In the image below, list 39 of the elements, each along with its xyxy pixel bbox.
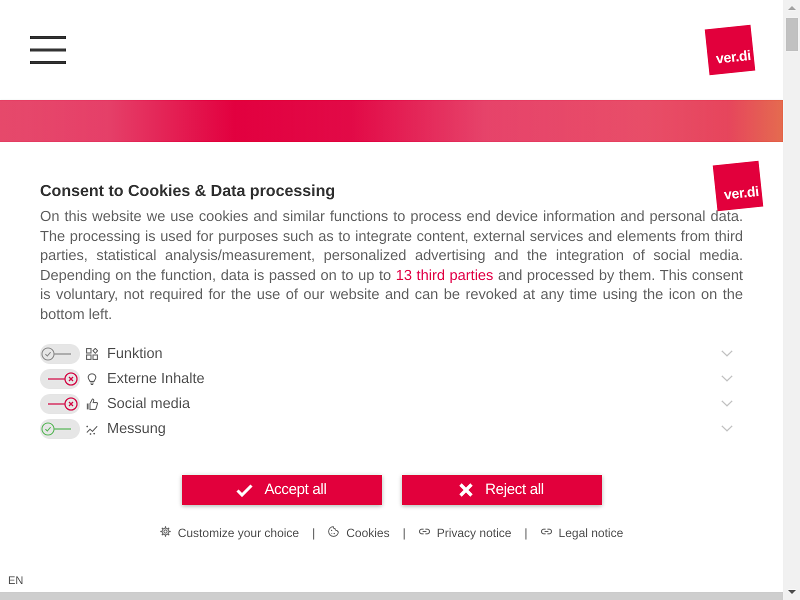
gear-icon [160,526,171,537]
footer-link[interactable]: Privacy notice [418,525,512,541]
chevron-down-icon[interactable] [721,425,733,432]
consent-toggle[interactable] [40,344,80,364]
dialog-title: Consent to Cookies & Data processing [40,182,336,202]
category-label: Funktion [107,344,163,362]
check-icon [236,484,254,496]
scroll-up-arrow-icon[interactable] [788,6,796,10]
thumbs-up-icon [86,398,98,410]
link-icon [418,528,430,535]
link-separator: | [524,525,528,541]
link-separator: | [312,525,316,541]
logo: ver.di [712,160,764,212]
accept-all-button[interactable]: Accept all [182,475,382,505]
chevron-down-icon[interactable] [721,375,733,382]
scroll-down-arrow-icon[interactable] [788,590,796,594]
grid-icon [86,348,98,360]
line-chart-icon [86,422,98,434]
scrollbar-thumb[interactable] [786,18,798,51]
category-label: Social media [107,394,190,412]
cookie-icon [328,526,340,537]
logo[interactable]: ver.di [704,24,756,76]
category-label: Messung [107,420,166,438]
category-label: Externe Inhalte [107,370,205,388]
consent-toggle[interactable] [40,368,80,388]
footer-link[interactable]: Cookies [328,525,390,541]
reject-all-button[interactable]: Reject all [402,475,602,505]
footer-link[interactable]: Customize your choice [160,525,300,541]
link-icon [540,528,552,535]
third-parties-link[interactable]: 13 third parties [396,268,494,284]
language-link[interactable]: EN [8,575,24,587]
chevron-down-icon[interactable] [721,400,733,407]
consent-toggle[interactable] [40,394,80,414]
footer-link[interactable]: Legal notice [540,525,624,541]
lightbulb-icon [86,372,98,384]
link-separator: | [402,525,406,541]
menu-icon[interactable] [30,36,66,64]
consent-toggle[interactable] [40,418,80,438]
close-icon [459,483,474,497]
